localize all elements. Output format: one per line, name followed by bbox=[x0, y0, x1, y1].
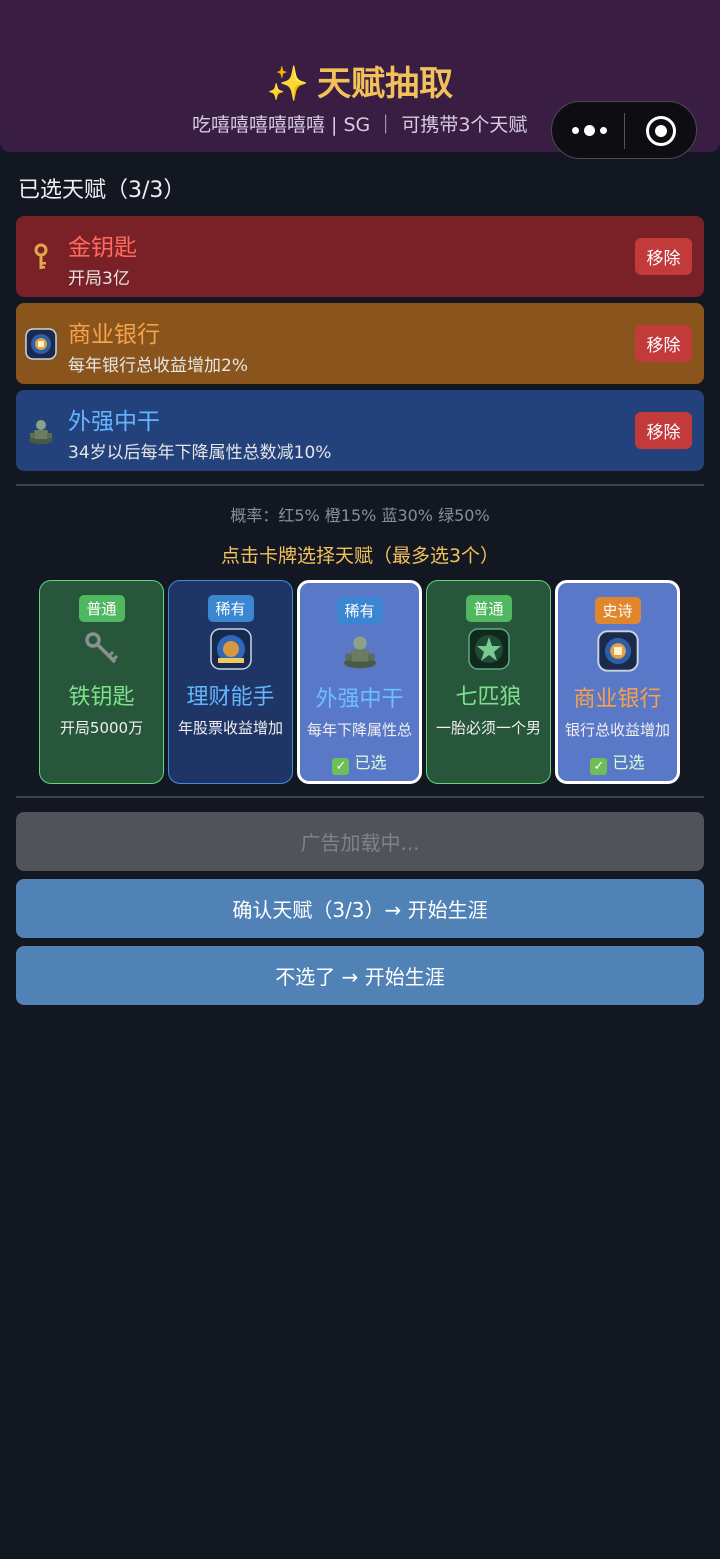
card-name: 七匹狼 bbox=[455, 685, 522, 710]
card-desc: 每年下降属性总 bbox=[306, 721, 412, 739]
rarity-badge: 普通 bbox=[78, 595, 125, 622]
statue-icon bbox=[338, 629, 382, 673]
gold-key-icon bbox=[24, 240, 58, 274]
talent-desc: 每年银行总收益增加2% bbox=[68, 356, 248, 376]
talent-card[interactable]: 普通 七匹狼 一胎必须一个男 bbox=[426, 580, 551, 784]
selected-indicator: ✓ 已选 bbox=[300, 749, 419, 775]
page-subtitle: 吃嘻嘻嘻嘻嘻嘻 | SG ｜ 可携带3个天赋 bbox=[192, 114, 528, 136]
card-name: 外强中干 bbox=[315, 687, 404, 712]
talent-desc: 34岁以后每年下降属性总数减10% bbox=[68, 443, 332, 463]
talent-desc: 开局3亿 bbox=[68, 269, 130, 289]
wolf-icon bbox=[467, 627, 511, 671]
talent-name: 金钥匙 bbox=[68, 235, 137, 261]
more-menu-icon[interactable] bbox=[570, 116, 610, 144]
talent-card[interactable]: 普通 铁钥匙 开局5000万 bbox=[39, 580, 164, 784]
close-miniprogram-icon[interactable] bbox=[646, 116, 676, 146]
bank-icon bbox=[24, 327, 58, 361]
instruction-text: 点击卡牌选择天赋（最多选3个） bbox=[220, 545, 500, 567]
checkmark-icon: ✓ bbox=[332, 758, 350, 775]
selected-talents-title: 已选天赋（3/3） bbox=[18, 178, 186, 203]
selected-indicator: ✓ 已选 bbox=[558, 749, 677, 775]
card-desc: 开局5000万 bbox=[59, 719, 144, 737]
card-desc: 银行总收益增加 bbox=[564, 721, 670, 739]
bank-icon bbox=[596, 629, 640, 673]
statue-icon bbox=[24, 414, 58, 448]
rarity-badge: 稀有 bbox=[207, 595, 254, 622]
remove-button[interactable]: 移除 bbox=[635, 325, 692, 362]
rarity-badge: 普通 bbox=[465, 595, 512, 622]
card-name: 理财能手 bbox=[186, 685, 275, 710]
ad-loading-button[interactable]: 广告加载中... bbox=[16, 812, 704, 871]
card-desc: 年股票收益增加 bbox=[177, 719, 283, 737]
card-name: 商业银行 bbox=[573, 687, 662, 712]
rarity-badge: 史诗 bbox=[594, 597, 641, 624]
card-desc: 一胎必须一个男 bbox=[435, 719, 541, 737]
page-title-text: 天赋抽取 bbox=[317, 64, 454, 104]
talent-name: 商业银行 bbox=[68, 322, 160, 348]
header: ✨ 天赋抽取 吃嘻嘻嘻嘻嘻嘻 | SG ｜ 可携带3个天赋 bbox=[0, 0, 720, 159]
card-name: 铁钥匙 bbox=[68, 685, 135, 710]
selected-label: 已选 bbox=[612, 753, 645, 772]
confirm-talents-button[interactable]: 确认天赋（3/3）→ 开始生涯 bbox=[16, 879, 704, 938]
capsule-divider bbox=[624, 113, 625, 149]
selected-talent-row: 金钥匙 开局3亿 移除 bbox=[16, 216, 704, 297]
divider bbox=[16, 796, 704, 798]
remove-button[interactable]: 移除 bbox=[635, 412, 692, 449]
finance-icon bbox=[209, 627, 253, 671]
selected-label: 已选 bbox=[354, 753, 387, 772]
talent-name: 外强中干 bbox=[68, 409, 160, 435]
miniprogram-capsule bbox=[551, 101, 697, 159]
sparkles-icon: ✨ bbox=[266, 64, 310, 104]
talent-card[interactable]: 稀有 理财能手 年股票收益增加 bbox=[168, 580, 293, 784]
divider bbox=[16, 484, 704, 486]
probability-text: 概率：红5% 橙15% 蓝30% 绿50% bbox=[230, 506, 490, 525]
skip-selection-button[interactable]: 不选了 → 开始生涯 bbox=[16, 946, 704, 1005]
selected-talent-row: 商业银行 每年银行总收益增加2% 移除 bbox=[16, 303, 704, 384]
page-title: ✨ 天赋抽取 bbox=[0, 56, 720, 105]
checkmark-icon: ✓ bbox=[590, 758, 608, 775]
rarity-badge: 稀有 bbox=[336, 597, 383, 624]
iron-key-icon bbox=[80, 627, 124, 671]
talent-card[interactable]: 史诗 商业银行 银行总收益增加 ✓ 已选 bbox=[555, 580, 680, 784]
remove-button[interactable]: 移除 bbox=[635, 238, 692, 275]
talent-card[interactable]: 稀有 外强中干 每年下降属性总 ✓ 已选 bbox=[297, 580, 422, 784]
selected-talent-row: 外强中干 34岁以后每年下降属性总数减10% 移除 bbox=[16, 390, 704, 471]
